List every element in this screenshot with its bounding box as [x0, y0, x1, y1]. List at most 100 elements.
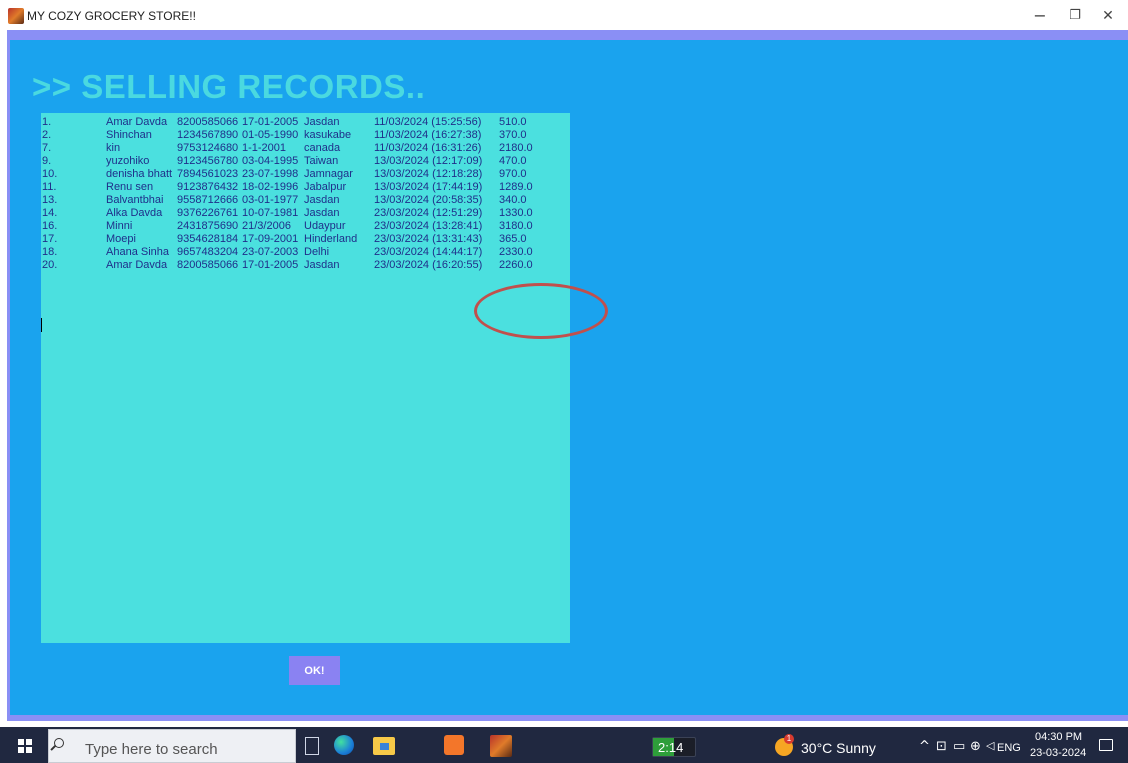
birth-date: 17-01-2005 [242, 259, 299, 271]
purchase-datetime: 13/03/2024 (12:17:09) [374, 155, 483, 167]
phone-number: 9753124680 [177, 142, 239, 154]
notification-center-icon[interactable] [1099, 739, 1113, 751]
purchase-datetime: 23/03/2024 (14:44:17) [374, 246, 483, 258]
record-number: 7. [42, 142, 52, 154]
table-row: 18. Ahana Sinha 9657483204 23-07-2003 Delhi 2… [42, 246, 549, 259]
customer-name: Moepi [106, 233, 136, 245]
file-explorer-icon[interactable] [373, 737, 395, 755]
city: canada [304, 142, 341, 154]
weather-text[interactable]: 30°C Sunny [801, 740, 876, 756]
tray-chevron-up-icon[interactable]: ^ [919, 739, 930, 754]
birth-date: 03-04-1995 [242, 155, 299, 167]
phone-number: 8200585066 [177, 116, 239, 128]
close-button[interactable]: ✕ [1088, 4, 1128, 28]
city: Taiwan [304, 155, 339, 167]
record-number: 20. [42, 259, 58, 271]
language-indicator[interactable]: ENG [997, 742, 1021, 754]
purchase-datetime: 13/03/2024 (12:18:28) [374, 168, 483, 180]
xampp-icon[interactable] [444, 735, 464, 755]
table-row: 7. kin 9753124680 1-1-2001 canada 11/03/2024 … [42, 142, 549, 155]
bill-amount: 970.0 [499, 168, 527, 180]
birth-date: 23-07-2003 [242, 246, 299, 258]
search-icon [54, 738, 64, 748]
table-row: 2. Shinchan 1234567890 01-05-1990 kasukabe 11… [42, 129, 549, 142]
city: Delhi [304, 246, 330, 258]
minimize-button[interactable]: − [1020, 4, 1060, 28]
bill-amount: 2330.0 [499, 246, 533, 258]
table-row: 10. denisha bhatt 7894561023 23-07-1998 Jamn… [42, 168, 549, 181]
record-number: 16. [42, 220, 58, 232]
record-number: 18. [42, 246, 58, 258]
birth-date: 01-05-1990 [242, 129, 299, 141]
customer-name: denisha bhatt [106, 168, 173, 180]
record-number: 17. [42, 233, 58, 245]
ok-button[interactable]: OK! [289, 656, 340, 685]
records-table: 1. Amar Davda 8200585066 17-01-2005 Jasdan 11… [42, 116, 549, 272]
birth-date: 17-01-2005 [242, 116, 299, 128]
phone-number: 9123876432 [177, 181, 239, 193]
customer-name: Alka Davda [106, 207, 163, 219]
record-number: 10. [42, 168, 58, 180]
city: Jasdan [304, 116, 340, 128]
table-row: 20. Amar Davda 8200585066 17-01-2005 Jasdan 2… [42, 259, 549, 272]
phone-number: 8200585066 [177, 259, 239, 271]
birth-date: 23-07-1998 [242, 168, 299, 180]
network-globe-icon[interactable]: ⊕ [970, 739, 981, 754]
page-title: >> SELLING RECORDS.. [32, 68, 426, 105]
purchase-datetime: 11/03/2024 (15:25:56) [374, 116, 482, 128]
highlight-circle-annotation [474, 283, 608, 339]
customer-name: kin [106, 142, 121, 154]
battery-icon[interactable]: ▭ [953, 739, 965, 754]
bill-amount: 470.0 [499, 155, 527, 167]
phone-number: 9558712666 [177, 194, 239, 206]
bill-amount: 340.0 [499, 194, 527, 206]
city: Hinderland [304, 233, 358, 245]
customer-name: Ahana Sinha [106, 246, 169, 258]
tray-app-icon[interactable]: ⊡ [936, 739, 947, 754]
table-row: 1. Amar Davda 8200585066 17-01-2005 Jasdan 11… [42, 116, 549, 129]
phone-number: 9657483204 [177, 246, 239, 258]
edge-browser-icon[interactable] [334, 735, 354, 755]
phone-number: 9123456780 [177, 155, 239, 167]
birth-date: 17-09-2001 [242, 233, 299, 245]
record-number: 11. [42, 181, 57, 193]
record-number: 14. [42, 207, 58, 219]
bill-amount: 2180.0 [499, 142, 533, 154]
weather-notification-badge: 1 [784, 734, 794, 744]
purchase-datetime: 13/03/2024 (20:58:35) [374, 194, 483, 206]
clock-time[interactable]: 04:30 PM [1035, 731, 1082, 743]
bill-amount: 510.0 [499, 116, 527, 128]
bill-amount: 2260.0 [499, 259, 533, 271]
table-row: 16. Minni 2431875690 21/3/2006 Udaypur 23/03/… [42, 220, 549, 233]
clock-date[interactable]: 23-03-2024 [1030, 747, 1086, 759]
purchase-datetime: 23/03/2024 (13:28:41) [374, 220, 483, 232]
city: Jasdan [304, 207, 340, 219]
windows-start-icon[interactable] [18, 739, 32, 753]
city: kasukabe [304, 129, 352, 141]
table-row: 17. Moepi 9354628184 17-09-2001 Hinderland 23… [42, 233, 549, 246]
bill-amount: 1330.0 [499, 207, 533, 219]
customer-name: yuzohiko [106, 155, 150, 167]
record-number: 9. [42, 155, 52, 167]
customer-name: Renu sen [106, 181, 154, 193]
birth-date: 18-02-1996 [242, 181, 299, 193]
record-number: 13. [42, 194, 58, 206]
app-icon [8, 8, 24, 24]
record-number: 1. [42, 116, 52, 128]
bill-amount: 3180.0 [499, 220, 533, 232]
task-view-icon[interactable] [305, 737, 319, 755]
city: Jamnagar [304, 168, 353, 180]
city: Jasdan [304, 194, 340, 206]
phone-number: 9376226761 [177, 207, 239, 219]
bill-amount: 365.0 [499, 233, 527, 245]
customer-name: Amar Davda [106, 259, 168, 271]
customer-name: Balvantbhai [106, 194, 164, 206]
phone-number: 1234567890 [177, 129, 239, 141]
bill-amount: 1289.0 [499, 181, 533, 193]
purchase-datetime: 13/03/2024 (17:44:19) [374, 181, 483, 193]
purchase-datetime: 11/03/2024 (16:27:38) [374, 129, 482, 141]
record-number: 2. [42, 129, 52, 141]
phone-number: 9354628184 [177, 233, 239, 245]
grocery-store-app-icon[interactable] [490, 735, 512, 757]
volume-muted-icon[interactable]: ◁ [986, 739, 994, 752]
